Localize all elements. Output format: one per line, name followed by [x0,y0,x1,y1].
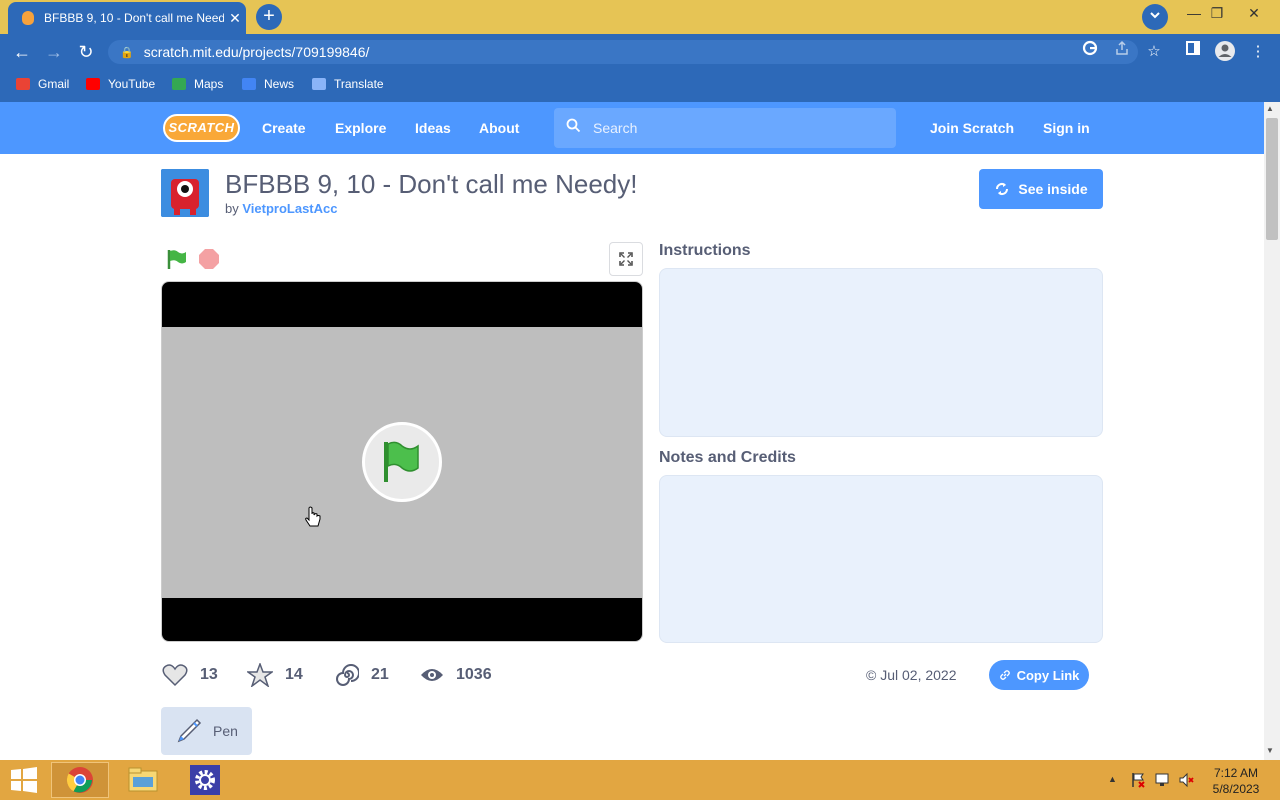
news-icon [242,78,256,90]
tab-search-button[interactable] [1142,4,1168,30]
stop-sign-icon[interactable] [198,248,220,270]
folder-icon [128,767,158,792]
gmail-icon [16,78,30,90]
scroll-down-arrow-icon[interactable]: ▼ [1266,746,1274,755]
views-stat: 1036 [420,660,492,690]
search-icon [566,118,581,138]
tab-title: BFBBB 9, 10 - Don't call me Need [44,11,224,25]
taskbar-clock[interactable]: 7:12 AM 5/8/2023 [1206,765,1266,797]
url-text: scratch.mit.edu/projects/709199846/ [143,44,370,60]
eye-icon [420,666,444,684]
tab-close-icon[interactable]: ✕ [224,10,246,27]
lock-icon: 🔒 [120,46,134,59]
instructions-heading: Instructions [659,242,751,259]
tray-flag-icon[interactable] [1130,772,1146,793]
youtube-icon [86,78,100,90]
copy-link-button[interactable]: Copy Link [989,660,1089,690]
green-flag-icon[interactable] [166,248,188,270]
g-icon [1082,40,1098,56]
instructions-textarea[interactable] [659,268,1103,437]
remix-spiral-icon [335,663,359,687]
maps-icon [172,78,186,90]
share-icon[interactable] [1110,40,1134,64]
search-input[interactable]: Search [554,108,896,148]
back-button[interactable]: ← [7,34,37,70]
project-title: BFBBB 9, 10 - Don't call me Needy! [225,169,638,199]
author-link[interactable]: VietproLastAcc [242,201,337,216]
project-byline: by VietproLastAcc [225,201,338,216]
taskbar-file-explorer[interactable] [114,762,172,798]
monster-avatar-icon [161,169,209,217]
menu-kebab-icon[interactable]: ⋮ [1246,40,1270,64]
google-lens-icon[interactable] [1078,40,1102,64]
nav-create[interactable]: Create [262,102,306,154]
heart-icon [162,663,188,687]
see-inside-button[interactable]: See inside [979,169,1103,209]
address-bar[interactable]: 🔒 scratch.mit.edu/projects/709199846/ [108,40,1138,64]
windows-logo-icon [11,767,37,793]
tray-network-icon[interactable] [1154,772,1170,793]
mouse-cursor [304,506,322,535]
pen-extension-tag[interactable]: Pen [161,707,252,755]
remix-stat: 21 [335,660,389,690]
translate-icon [312,78,326,90]
remix-icon [996,183,1009,195]
tray-chevron-icon[interactable]: ▲ [1108,774,1117,784]
love-stat[interactable]: 13 [162,660,218,690]
copyright-icon: © [866,667,877,683]
nav-ideas[interactable]: Ideas [415,102,451,154]
pen-icon [177,718,202,743]
favorite-stat[interactable]: 14 [247,660,303,690]
bookmark-translate[interactable]: Translate [312,70,384,98]
share-arrow-icon [1116,40,1128,55]
panel-icon [1186,41,1200,55]
window-close-button[interactable]: ✕ [1240,2,1268,26]
taskbar-settings[interactable] [176,762,234,798]
expand-icon [619,252,633,266]
avatar-icon [1215,41,1235,61]
nav-about[interactable]: About [479,102,519,154]
taskbar-chrome[interactable] [51,762,109,798]
bookmark-news[interactable]: News [242,70,294,98]
tray-volume-muted-icon[interactable] [1178,772,1194,793]
search-placeholder: Search [593,120,638,136]
restore-button[interactable]: ❐ [1203,2,1231,26]
nav-explore[interactable]: Explore [335,102,386,154]
forward-button[interactable]: → [39,34,69,70]
browser-tab[interactable]: BFBBB 9, 10 - Don't call me Need ✕ [8,2,246,34]
sign-in-link[interactable]: Sign in [1043,102,1090,154]
bookmark-youtube[interactable]: YouTube [86,70,155,98]
star-icon [247,663,273,687]
chevron-down-icon [1150,12,1160,19]
scroll-up-arrow-icon[interactable]: ▲ [1266,104,1274,113]
bookmark-star-icon[interactable]: ☆ [1142,40,1166,64]
join-scratch-link[interactable]: Join Scratch [930,102,1014,154]
reload-button[interactable]: ↻ [71,34,101,70]
bookmark-gmail[interactable]: Gmail [16,70,69,98]
gear-icon [190,765,220,795]
start-flag-button[interactable] [362,422,442,502]
shared-date: © Jul 02, 2022 [866,667,957,683]
clock-time: 7:12 AM [1213,766,1259,780]
scratch-logo[interactable]: SCRATCH [163,114,240,142]
start-button[interactable] [10,766,38,799]
fullscreen-button[interactable] [609,242,643,276]
hand-cursor-icon [305,506,321,527]
new-tab-button[interactable]: + [256,4,282,30]
bookmarks-bar: Gmail YouTube Maps News Translate [0,70,1280,102]
side-panel-icon[interactable] [1181,40,1205,64]
bookmark-maps[interactable]: Maps [172,70,223,98]
chrome-icon [66,767,93,793]
profile-icon[interactable] [1213,40,1237,64]
project-thumbnail[interactable] [161,169,209,217]
notes-heading: Notes and Credits [659,449,796,466]
green-flag-icon [384,441,419,482]
link-icon [999,670,1010,680]
notes-textarea[interactable] [659,475,1103,643]
clock-date: 5/8/2023 [1212,782,1260,796]
scratch-favicon-icon [22,11,34,25]
scrollbar-thumb[interactable] [1266,118,1278,240]
